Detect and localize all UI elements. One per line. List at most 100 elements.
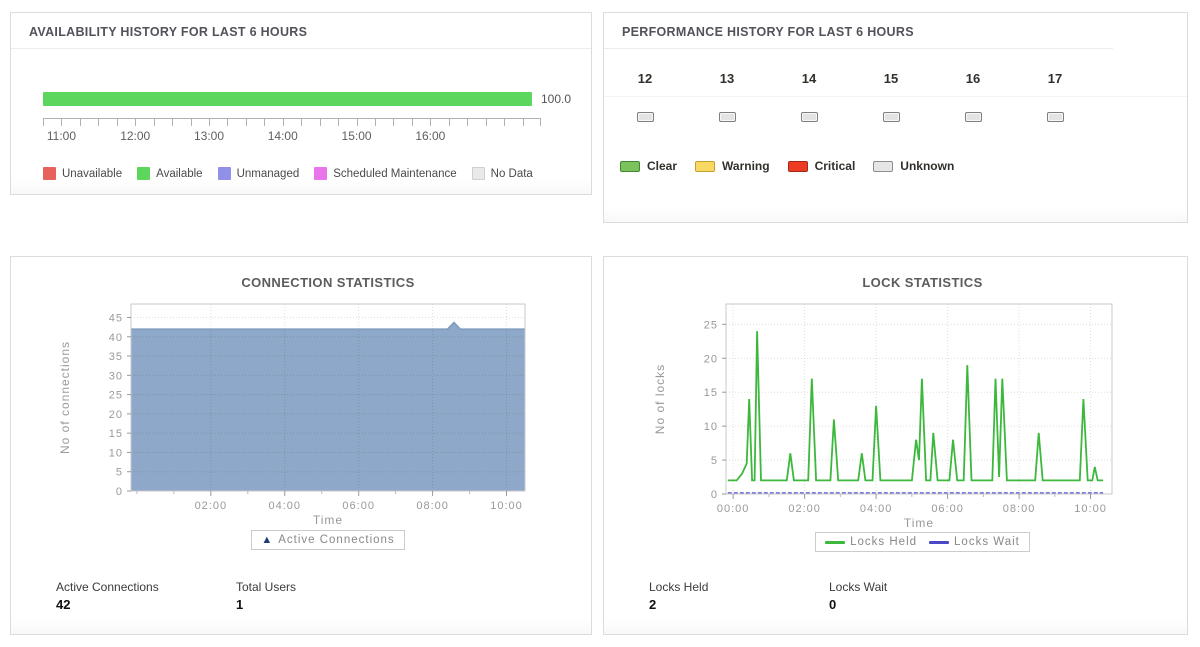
lock-statistics-panel: LOCK STATISTICS 0 5 10 15 20 25 00:00 02:00 04:0…: [603, 256, 1188, 635]
axis-tick: [411, 119, 413, 126]
stat-label: Locks Wait: [829, 580, 888, 594]
performance-history-panel: PERFORMANCE HISTORY FOR LAST 6 HOURS 12 1…: [603, 12, 1188, 223]
axis-tick: [264, 119, 266, 126]
axis-tick: [301, 119, 303, 126]
svg-text:25: 25: [109, 390, 123, 402]
svg-text:10:00: 10:00: [490, 500, 523, 512]
svg-text:08:00: 08:00: [416, 500, 449, 512]
triangle-marker-icon: ▲: [261, 533, 274, 546]
connection-chart: 0 5 10 15 20 25 30 35 40 45 02:00 04:00 06:00 08:00 10…: [58, 303, 526, 527]
legend-item-unavailable: Unavailable: [43, 167, 122, 180]
svg-text:5: 5: [116, 467, 123, 479]
svg-text:10: 10: [109, 447, 123, 459]
performance-hour-label: 17: [1047, 71, 1063, 86]
status-box-unknown[interactable]: [800, 112, 818, 122]
availability-bar[interactable]: [43, 92, 532, 106]
svg-text:10: 10: [703, 421, 717, 433]
legend-swatch: [471, 167, 485, 180]
legend-swatch: [620, 160, 640, 172]
stat-label: Locks Held: [649, 580, 709, 594]
svg-text:No of connections: No of connections: [58, 341, 72, 454]
dashboard: AVAILABILITY HISTORY FOR LAST 6 HOURS 10…: [10, 12, 1188, 635]
legend-label: Warning: [722, 159, 770, 173]
availability-legend: Unavailable Available Unmanaged Scheduled M…: [43, 167, 571, 180]
legend-item-unmanaged: Unmanaged: [217, 167, 299, 180]
lock-chart-title: LOCK STATISTICS: [862, 275, 983, 290]
stat-label: Active Connections: [56, 580, 159, 594]
legend-label: Active Connections: [278, 534, 395, 546]
legend-item-no-data: No Data: [471, 167, 533, 180]
legend-swatch: [787, 160, 808, 172]
axis-tick: [485, 119, 487, 126]
svg-text:0: 0: [116, 486, 123, 498]
svg-text:40: 40: [109, 332, 123, 344]
availability-bar-row: 100.0: [43, 92, 571, 106]
availability-value: 100.0: [540, 92, 571, 106]
stat-locks-wait: Locks Wait 0: [829, 580, 1009, 612]
status-box-unknown[interactable]: [718, 112, 736, 122]
connection-legend-row: ▲ Active Connections: [31, 530, 571, 550]
performance-status-cell: [1014, 112, 1096, 122]
svg-text:06:00: 06:00: [342, 500, 375, 512]
status-box-unknown[interactable]: [636, 112, 654, 122]
performance-status-cell: [686, 112, 768, 122]
status-box-unknown[interactable]: [882, 112, 900, 122]
legend-item-locks-wait[interactable]: Locks Wait: [929, 536, 1020, 548]
axis-tick: [227, 119, 229, 126]
stat-value: 42: [56, 597, 71, 612]
svg-text:0: 0: [710, 489, 717, 501]
legend-label: Locks Wait: [954, 536, 1020, 548]
svg-text:06:00: 06:00: [931, 503, 964, 515]
axis-tick: [504, 119, 506, 126]
legend-item-locks-held[interactable]: Locks Held: [825, 536, 917, 548]
line-marker-icon: [825, 540, 846, 544]
svg-text:04:00: 04:00: [859, 503, 892, 515]
legend-item-warning: Warning: [695, 159, 770, 173]
axis-tick: [79, 119, 81, 126]
stat-total-users: Total Users 1: [236, 580, 416, 612]
lock-chart-legend: Locks Held Locks Wait: [815, 532, 1030, 552]
performance-hour-label: 13: [719, 71, 735, 86]
legend-item-clear: Clear: [620, 159, 677, 173]
legend-label: Locks Held: [850, 536, 918, 548]
lock-chart: 0 5 10 15 20 25 00:00 02:00 04:00 06:00 08:00 10:00…: [653, 303, 1112, 530]
axis-hour-label: 16:00: [415, 129, 446, 143]
legend-swatch: [217, 167, 231, 180]
axis-tick: [116, 119, 118, 126]
performance-status-cell: [604, 112, 686, 122]
legend-label: Available: [156, 167, 203, 180]
legend-item-critical: Critical: [787, 159, 855, 173]
axis-tick: [282, 119, 284, 126]
performance-status-cell: [768, 112, 850, 122]
lock-legend-row: Locks Held Locks Wait: [626, 532, 1166, 552]
status-box-unknown[interactable]: [1046, 112, 1064, 122]
axis-hour-label: 13:00: [193, 129, 224, 143]
stat-label: Total Users: [236, 580, 297, 594]
axis-hour-label: 12:00: [120, 129, 151, 143]
stat-value: 0: [829, 597, 837, 612]
svg-text:25: 25: [703, 319, 717, 331]
status-box-unknown[interactable]: [964, 112, 982, 122]
performance-status-row: [604, 112, 1187, 122]
axis-tick: [43, 119, 44, 126]
axis-tick: [393, 119, 395, 126]
legend-swatch: [137, 167, 151, 180]
legend-label: Unavailable: [62, 167, 123, 180]
availability-panel-title: AVAILABILITY HISTORY FOR LAST 6 HOURS: [29, 25, 308, 39]
availability-chart: 100.0 11:00 12:00 13:00 14:00 15:00 16:00 Una…: [11, 92, 591, 180]
connection-chart-title: CONNECTION STATISTICS: [241, 275, 415, 290]
axis-tick: [338, 119, 340, 126]
legend-swatch: [43, 167, 56, 180]
performance-hour-label: 12: [637, 71, 653, 86]
axis-tick: [467, 119, 469, 126]
svg-text:20: 20: [703, 353, 717, 365]
title-divider: [11, 48, 591, 49]
legend-item-active-connections[interactable]: ▲ Active Connections: [261, 534, 394, 546]
axis-tick: [356, 119, 358, 126]
svg-text:30: 30: [109, 370, 123, 382]
axis-hour-label: 14:00: [267, 129, 298, 143]
svg-text:10:00: 10:00: [1074, 503, 1107, 515]
legend-swatch: [695, 160, 716, 172]
axis-tick: [540, 119, 541, 126]
performance-hour-label: 16: [965, 71, 981, 86]
